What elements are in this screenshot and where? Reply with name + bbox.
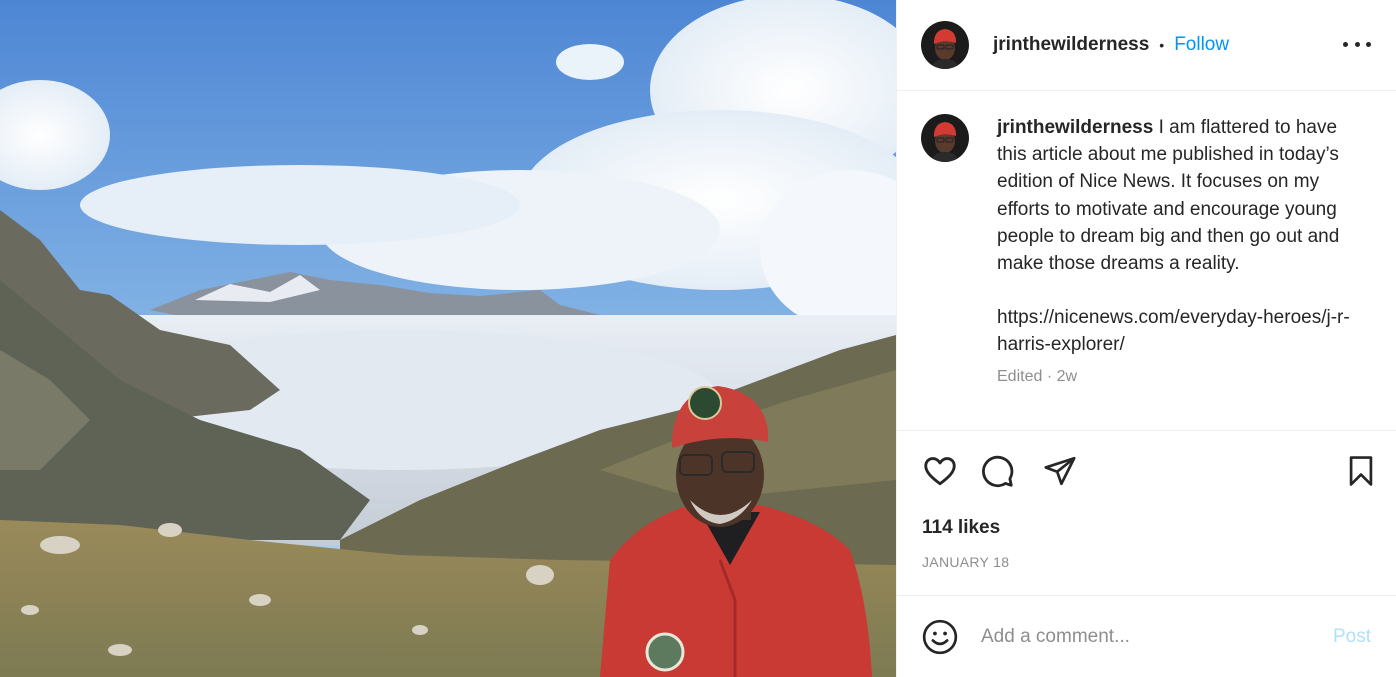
caption-text-block: jrinthewilderness I am flattered to have… <box>997 114 1357 277</box>
post-actions: 114 likes JANUARY 18 <box>897 430 1396 596</box>
post-date: JANUARY 18 <box>922 554 1010 570</box>
emoji-button[interactable] <box>921 618 959 656</box>
comment-icon <box>982 455 1014 488</box>
more-dot <box>1343 41 1348 47</box>
post-comment-button[interactable]: Post <box>1333 626 1371 648</box>
post-photo-illustration <box>0 0 896 677</box>
time-ago[interactable]: 2w <box>1057 368 1077 385</box>
post-header: jrinthewilderness • Follow <box>897 0 1396 91</box>
caption-avatar[interactable] <box>921 114 969 162</box>
edited-label: Edited <box>997 367 1043 385</box>
post-photo[interactable] <box>0 0 896 677</box>
likes-count[interactable]: 114 likes <box>922 517 1000 539</box>
emoji-icon <box>922 619 958 655</box>
save-button[interactable] <box>1341 451 1381 491</box>
bookmark-icon <box>1349 456 1373 486</box>
more-dot <box>1354 41 1360 47</box>
caption-link: https://nicenews.com/everyday-heroes/j-r… <box>997 307 1350 356</box>
header-separator: • <box>1159 37 1165 53</box>
more-dot <box>1366 41 1371 47</box>
caption-username[interactable]: jrinthewilderness <box>997 117 1153 138</box>
caption-body: jrinthewilderness I am flattered to have… <box>997 114 1357 387</box>
header-username[interactable]: jrinthewilderness <box>993 34 1149 56</box>
profile-photo-icon <box>921 114 969 162</box>
comment-button[interactable] <box>977 451 1017 491</box>
comment-form: Post <box>897 596 1396 677</box>
share-icon <box>1044 456 1076 486</box>
comment-input[interactable] <box>981 622 1301 652</box>
share-button[interactable] <box>1040 451 1080 491</box>
follow-button[interactable]: Follow <box>1174 34 1229 56</box>
avatar[interactable] <box>921 21 969 69</box>
caption-meta: Edited · 2w <box>997 367 1357 387</box>
heart-icon <box>924 457 956 486</box>
post-caption: jrinthewilderness I am flattered to have… <box>921 114 1381 387</box>
post-details-panel: jrinthewilderness • Follow jrinthewilder… <box>896 0 1396 677</box>
more-options-icon[interactable] <box>1343 33 1371 55</box>
like-button[interactable] <box>920 451 960 491</box>
caption-text: I am flattered to have this article abou… <box>997 117 1340 275</box>
profile-photo-icon <box>921 21 969 69</box>
meta-separator: · <box>1046 367 1053 385</box>
